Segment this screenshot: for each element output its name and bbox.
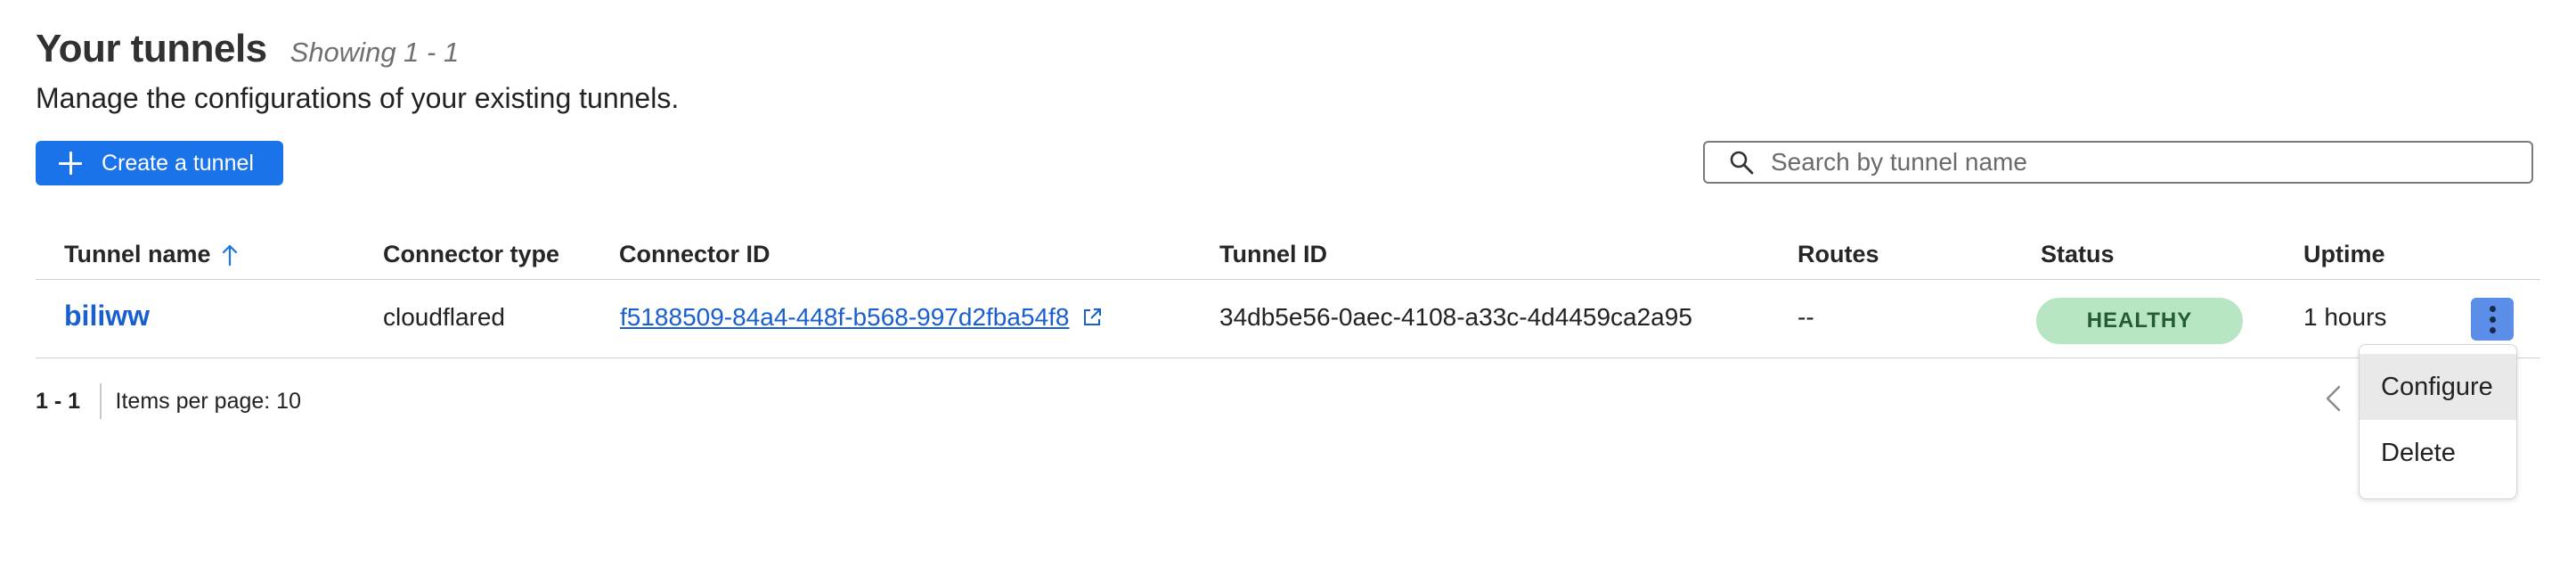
column-header-tunnel-name[interactable]: Tunnel name [64, 241, 240, 268]
column-header-uptime: Uptime [2303, 241, 2385, 267]
menu-item-delete[interactable]: Delete [2360, 420, 2516, 486]
table-row: biliww cloudflared f5188509-84a4-448f-b5… [36, 280, 2540, 358]
search-box[interactable] [1703, 141, 2533, 184]
pagination: 1 - 1 Items per page: 10 [36, 383, 301, 419]
plus-icon [59, 152, 82, 175]
uptime-cell: 1 hours [2303, 303, 2387, 331]
page-subtitle: Manage the configurations of your existi… [36, 82, 680, 114]
create-tunnel-button[interactable]: Create a tunnel [36, 141, 283, 185]
connector-id-cell: f5188509-84a4-448f-b568-997d2fba54f8 [620, 303, 1103, 332]
arrow-up-icon [222, 244, 237, 266]
chevron-left-icon[interactable] [2321, 383, 2344, 414]
menu-item-configure[interactable]: Configure [2360, 354, 2516, 420]
routes-cell: -- [1797, 303, 1814, 331]
connector-id-link[interactable]: f5188509-84a4-448f-b568-997d2fba54f8 [620, 303, 1069, 332]
tunnels-page: Your tunnels Showing 1 - 1 Manage the co… [0, 0, 2576, 567]
connector-type-cell: cloudflared [383, 303, 505, 331]
column-header-tunnel-id: Tunnel ID [1219, 241, 1327, 267]
row-actions-menu: Configure Delete [2359, 344, 2517, 499]
status-badge: HEALTHY [2036, 298, 2243, 344]
more-vertical-icon[interactable] [2471, 298, 2514, 341]
column-header-connector-id: Connector ID [619, 241, 770, 267]
column-header-label: Tunnel name [64, 241, 211, 267]
items-per-page[interactable]: Items per page: 10 [116, 389, 301, 415]
column-header-status: Status [2041, 241, 2115, 267]
showing-count: Showing 1 - 1 [289, 37, 460, 68]
search-icon [1730, 151, 1754, 175]
column-header-connector-type: Connector type [383, 241, 560, 267]
create-tunnel-label: Create a tunnel [102, 150, 254, 176]
table-header: Tunnel name Connector type Connector ID … [36, 230, 2540, 280]
page-title: Your tunnels [36, 27, 267, 70]
pagination-divider [100, 383, 102, 419]
tunnel-name-link[interactable]: biliww [64, 300, 150, 333]
tunnel-id-cell: 34db5e56-0aec-4108-a33c-4d4459ca2a95 [1219, 303, 1692, 331]
search-input[interactable] [1771, 148, 2501, 177]
tunnels-table: Tunnel name Connector type Connector ID … [36, 230, 2540, 358]
column-header-routes: Routes [1797, 241, 1879, 267]
pagination-range: 1 - 1 [36, 388, 81, 414]
title-row: Your tunnels Showing 1 - 1 [36, 27, 459, 71]
external-link-icon[interactable] [1081, 307, 1103, 328]
